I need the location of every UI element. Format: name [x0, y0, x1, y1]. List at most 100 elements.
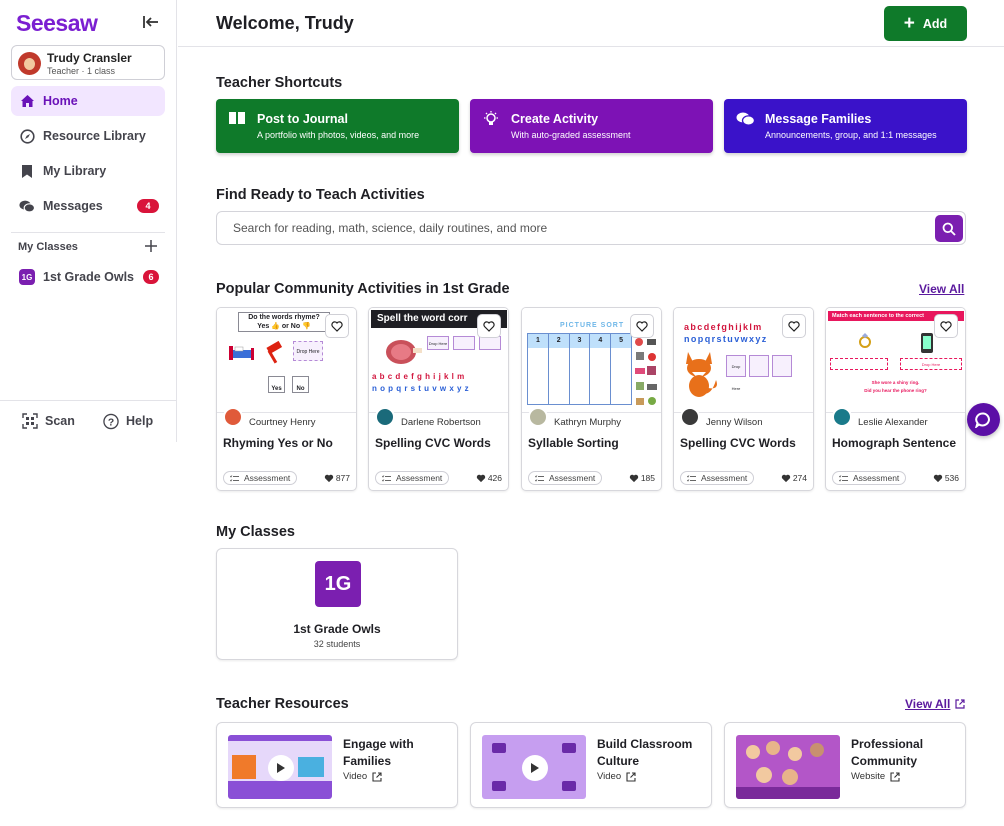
sidebar-item-class-1st-grade-owls[interactable]: 1G 1st Grade Owls 6: [11, 262, 165, 292]
shortcut-desc: A portfolio with photos, videos, and mor…: [257, 130, 420, 140]
search-button[interactable]: [935, 215, 963, 242]
thumb-title: PICTURE SORT: [560, 322, 625, 329]
favorite-button[interactable]: [630, 314, 654, 338]
resource-type: Video: [343, 771, 382, 782]
resource-card[interactable]: Engage with Families Video: [216, 722, 458, 808]
sidebar-item-label: Messages: [43, 199, 103, 213]
heart-icon: [781, 474, 790, 482]
popular-view-all-link[interactable]: View All: [919, 282, 964, 296]
sidebar-item-resource-library[interactable]: Resource Library: [11, 121, 165, 151]
help-circle-icon: ?: [103, 413, 119, 429]
alphabet-row: abcdefghijklm: [684, 322, 763, 332]
sort-column: 5: [611, 334, 631, 404]
heart-icon: [324, 474, 333, 482]
bookmark-icon: [19, 163, 35, 179]
sidebar-item-label: Home: [43, 94, 78, 108]
svg-text:?: ?: [108, 417, 114, 428]
favorite-button[interactable]: [477, 314, 501, 338]
resource-card[interactable]: Professional Community Website: [724, 722, 966, 808]
add-class-icon[interactable]: [144, 239, 158, 253]
sort-column-label: 4: [590, 334, 611, 348]
external-link-icon: [890, 771, 900, 782]
teacher-shortcuts-heading: Teacher Shortcuts: [216, 75, 343, 91]
class-chip: 1G: [315, 561, 361, 607]
thumb-yes-no: Yes 👍 or No 👎: [257, 323, 311, 330]
heart-outline-icon: [331, 320, 343, 332]
sidebar-item-label: Resource Library: [43, 129, 146, 143]
seesaw-logo[interactable]: Seesaw: [16, 10, 98, 37]
activity-card[interactable]: Spell the word corr Drop Here abcdefghij…: [368, 307, 509, 491]
post-to-journal-shortcut[interactable]: Post to Journal A portfolio with photos,…: [216, 99, 459, 153]
sort-column-label: 5: [611, 334, 631, 348]
heart-outline-icon: [940, 320, 952, 332]
user-profile-card[interactable]: Trudy Cransler Teacher · 1 class: [11, 45, 165, 80]
resource-thumbnail: [736, 735, 840, 799]
qr-scan-icon: [22, 413, 38, 429]
like-count: 185: [629, 473, 655, 483]
search-icon: [942, 222, 956, 236]
activity-card[interactable]: Match each sentence to the correct Drop …: [825, 307, 966, 491]
drop-zone: [749, 355, 769, 377]
assessment-tag: Assessment: [832, 471, 907, 485]
activity-card[interactable]: PICTURE SORT 1 2 3 4 5 Kathryn Murphy Sy…: [521, 307, 662, 491]
shortcut-desc: Announcements, group, and 1:1 messages: [765, 130, 937, 140]
activity-card[interactable]: abcdefghijklm nopqrstuvwxyz Drop Here Je…: [673, 307, 814, 491]
author-name: Kathryn Murphy: [554, 417, 622, 428]
scan-label: Scan: [45, 414, 75, 428]
thumb-title: Do the words rhyme?: [248, 314, 320, 321]
favorite-button[interactable]: [934, 314, 958, 338]
resource-thumbnail: [228, 735, 332, 799]
like-count: 426: [476, 473, 502, 483]
favorite-button[interactable]: [782, 314, 806, 338]
drop-zone: [830, 358, 888, 370]
ring-art: [859, 333, 871, 348]
tag-label: Assessment: [701, 473, 748, 483]
search-input[interactable]: [233, 221, 923, 235]
message-families-shortcut[interactable]: Message Families Announcements, group, a…: [724, 99, 967, 153]
author-avatar: [528, 407, 548, 427]
author-name: Leslie Alexander: [858, 417, 928, 428]
sidebar-footer: Scan ? Help: [0, 400, 177, 442]
help-button[interactable]: ? Help: [103, 413, 153, 429]
alphabet-row: abcdefghijklm: [372, 372, 468, 381]
sidebar-item-home[interactable]: Home: [11, 86, 165, 116]
external-link-icon: [626, 771, 636, 782]
shortcut-title: Message Families: [765, 112, 872, 126]
add-button[interactable]: + Add: [884, 6, 967, 41]
collapse-sidebar-icon[interactable]: [141, 13, 161, 31]
shortcut-title: Create Activity: [511, 112, 599, 126]
likes-value: 877: [335, 473, 350, 483]
tag-label: Assessment: [396, 473, 443, 483]
class-notification-badge: 6: [143, 270, 159, 284]
drop-zone: Drop Here: [900, 358, 962, 370]
resource-card[interactable]: Build Classroom Culture Video: [470, 722, 712, 808]
shortcut-desc: With auto-graded assessment: [511, 130, 631, 140]
activity-title: Homograph Sentence: [832, 436, 957, 450]
sidebar: Seesaw Trudy Cransler Teacher · 1 class …: [0, 0, 177, 442]
tag-label: Assessment: [244, 473, 291, 483]
class-student-count: 32 students: [313, 639, 361, 649]
activity-card[interactable]: Do the words rhyme? Yes 👍 or No 👎 Drop H…: [216, 307, 357, 491]
play-icon: [268, 755, 294, 781]
thumb-sentence: Did you hear the phone ring?: [864, 388, 927, 393]
resources-view-all-link[interactable]: View All: [905, 697, 965, 711]
drop-zone: Drop Here: [726, 355, 746, 391]
class-card[interactable]: 1G 1st Grade Owls 32 students: [216, 548, 458, 660]
author-name: Darlene Robertson: [401, 417, 481, 428]
alphabet-row: nopqrstuvwxyz: [372, 384, 472, 393]
scan-button[interactable]: Scan: [22, 413, 75, 429]
chat-support-button[interactable]: [967, 403, 1000, 436]
favorite-button[interactable]: [325, 314, 349, 338]
author-name: Jenny Wilson: [706, 417, 763, 428]
resource-title: Engage with Families: [343, 737, 414, 768]
create-activity-shortcut[interactable]: Create Activity With auto-graded assessm…: [470, 99, 713, 153]
sort-column-label: 3: [569, 334, 590, 348]
activity-title: Spelling CVC Words: [375, 436, 491, 450]
drop-zone: Drop Here: [427, 336, 449, 350]
shortcut-title: Post to Journal: [257, 112, 348, 126]
ham-art: [386, 340, 422, 364]
resource-type: Website: [851, 771, 900, 782]
sidebar-item-my-library[interactable]: My Library: [11, 156, 165, 186]
picture-items-art: [635, 338, 657, 405]
sidebar-item-messages[interactable]: Messages 4: [11, 191, 165, 221]
